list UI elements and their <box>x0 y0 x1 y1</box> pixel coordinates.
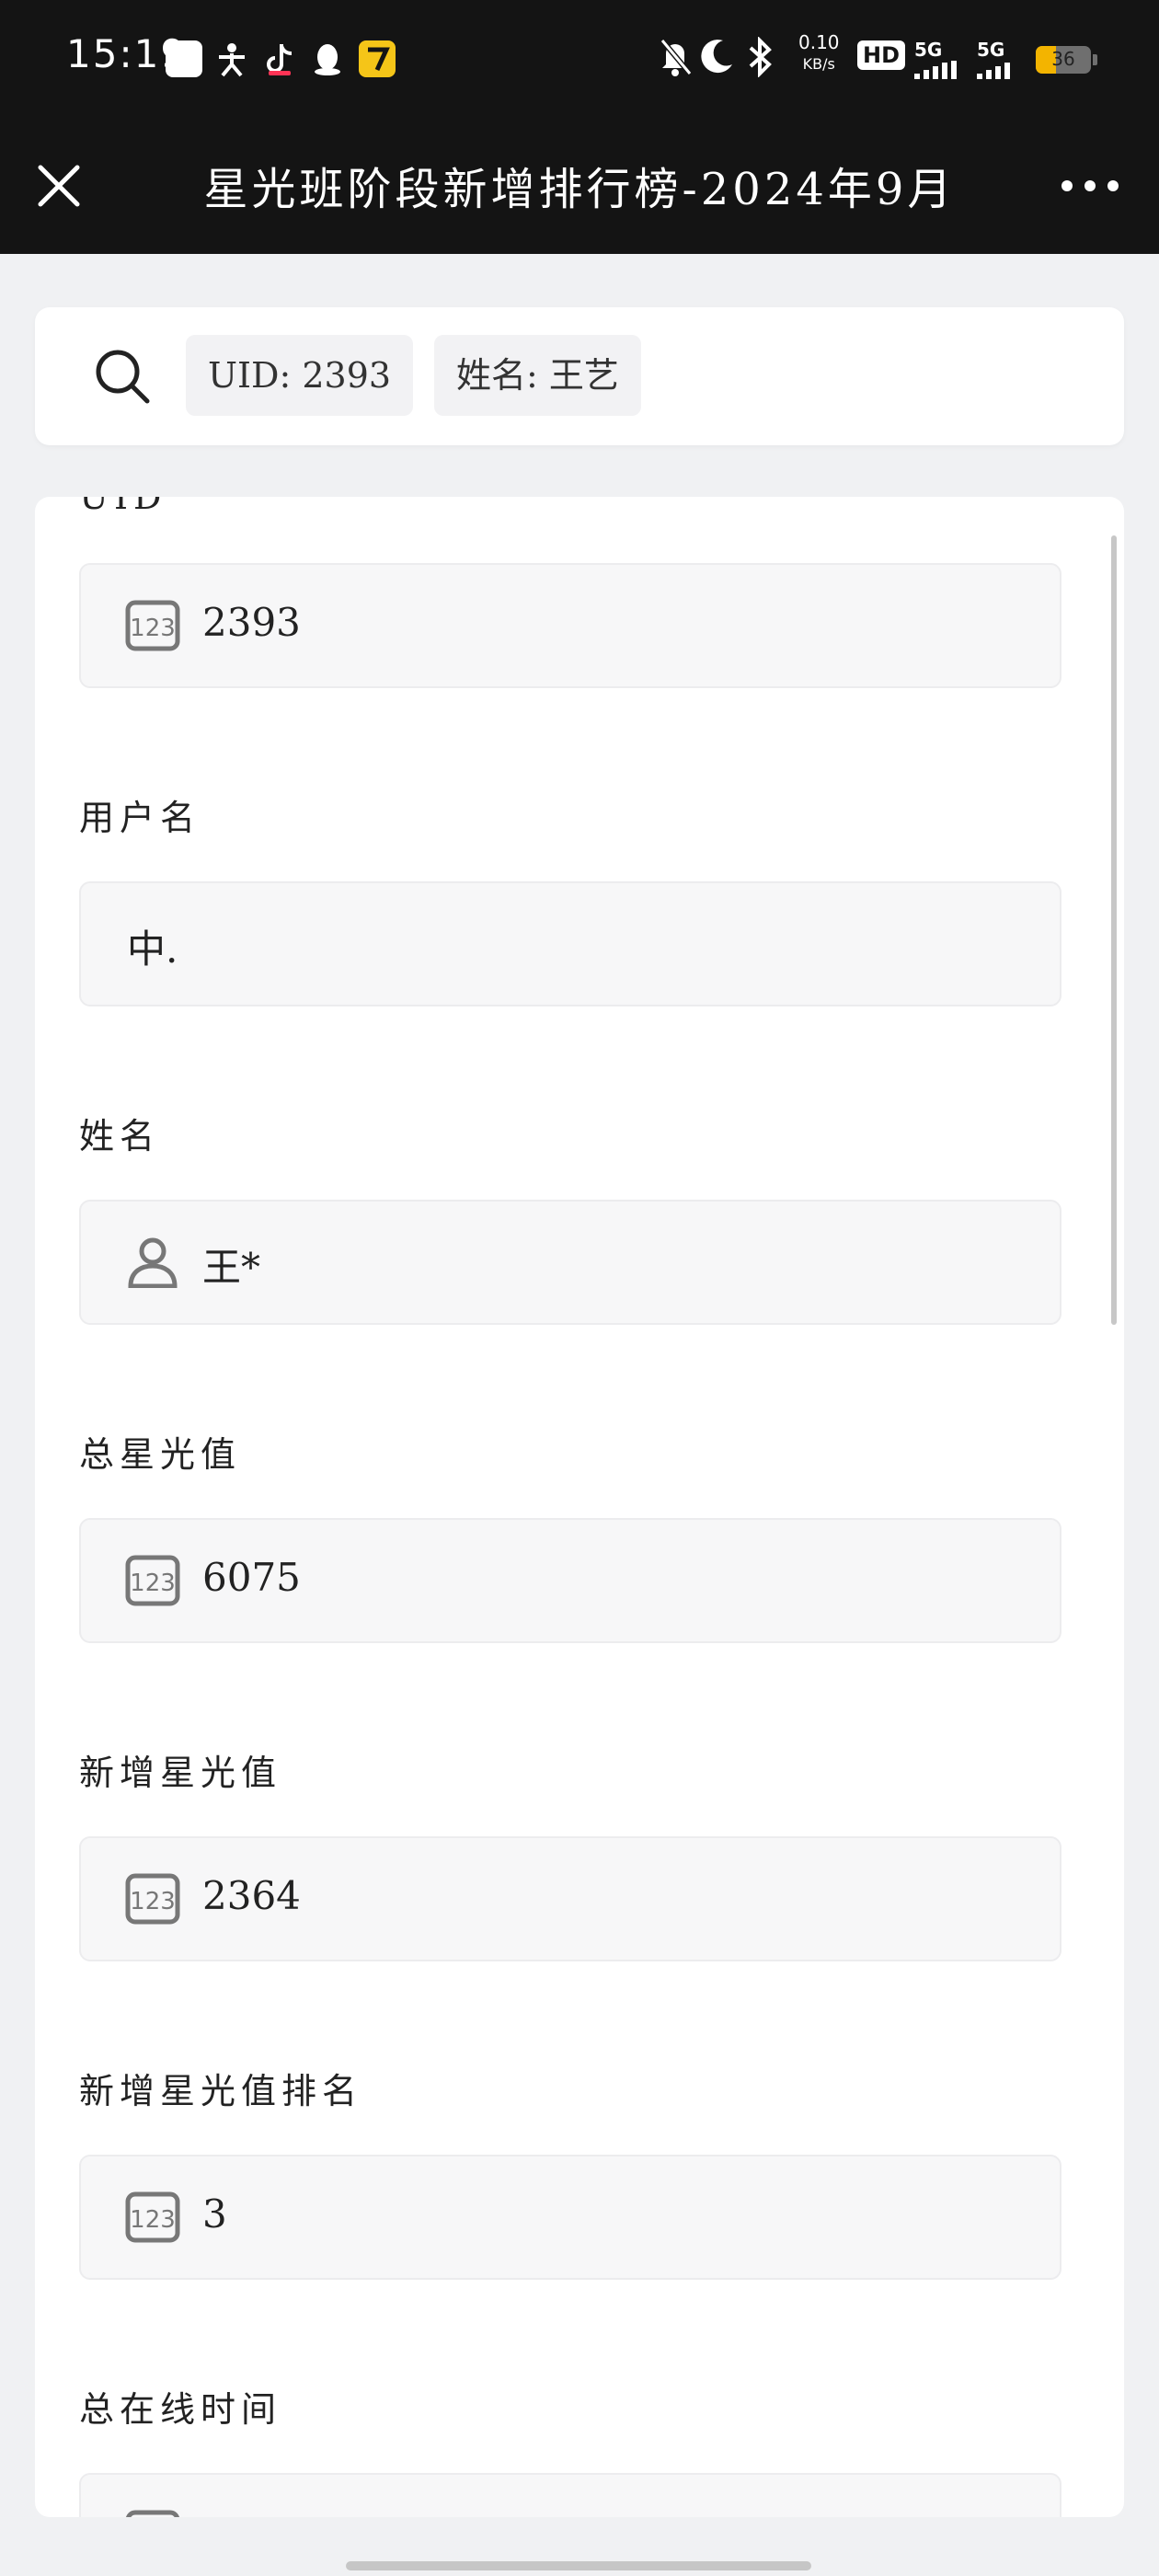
more-icon <box>1061 180 1119 191</box>
search-button[interactable] <box>92 346 153 407</box>
number-icon: 123 <box>125 2191 180 2243</box>
field-total-online-time[interactable]: 123 <box>79 2473 1061 2517</box>
field-value: 2364 <box>202 1873 301 1918</box>
field-new-starlight[interactable]: 123 2364 <box>79 1836 1061 1961</box>
field-new-starlight-rank[interactable]: 123 3 <box>79 2155 1061 2280</box>
page-title: 星光班阶段新增排行榜-2024年9月 <box>203 164 956 215</box>
field-label-total-online-time: 总在线时间 <box>79 2389 282 2430</box>
field-value: 王* <box>202 1245 261 1290</box>
mute-icon <box>659 37 693 81</box>
field-label-new-starlight-rank: 新增星光值排名 <box>79 2071 363 2111</box>
app-header: 星光班阶段新增排行榜-2024年9月 <box>0 120 1159 254</box>
number-icon: 123 <box>125 600 180 651</box>
signal-label: 5G <box>977 39 1005 61</box>
search-icon <box>96 350 150 404</box>
app-notification-icon <box>213 40 250 77</box>
field-label-name: 姓名 <box>79 1116 161 1156</box>
app-notification-icon <box>166 40 202 77</box>
svg-text:123: 123 <box>130 615 176 642</box>
field-label-uid-partial: UID <box>79 497 167 517</box>
field-username[interactable]: 中. <box>79 881 1061 1006</box>
hd-voice-icon: HD <box>857 40 906 70</box>
number-icon: 123 <box>125 2510 180 2517</box>
signal-icon: 5G <box>977 39 1027 83</box>
close-button[interactable] <box>31 158 86 213</box>
detail-card: UID 123 2393 用户名 中. 姓名 王* 总星光值 123 6075 … <box>35 497 1124 2517</box>
search-bar: UID: 2393 姓名: 王艺 <box>35 307 1124 445</box>
network-speed-value: 0.10 <box>798 31 840 53</box>
field-label-username: 用户名 <box>79 798 201 838</box>
person-icon <box>128 1237 178 1288</box>
app-notification-icon <box>359 40 396 77</box>
battery-icon: 36 <box>1036 46 1097 74</box>
field-name[interactable]: 王* <box>79 1200 1061 1325</box>
number-icon: 123 <box>125 1873 180 1925</box>
field-value: 中. <box>127 926 178 972</box>
field-total-starlight[interactable]: 123 6075 <box>79 1518 1061 1643</box>
field-value: 2393 <box>202 600 301 645</box>
filter-chip-uid[interactable]: UID: 2393 <box>186 335 414 416</box>
battery-level: 36 <box>1051 48 1075 70</box>
network-speed: 0.10 KB/s <box>798 31 840 75</box>
svg-text:123: 123 <box>130 1888 176 1915</box>
tiktok-icon <box>261 40 298 77</box>
more-options-button[interactable] <box>1058 173 1122 199</box>
network-speed-unit: KB/s <box>802 55 835 73</box>
home-indicator[interactable] <box>346 2561 811 2570</box>
filter-chip-name[interactable]: 姓名: 王艺 <box>434 335 641 416</box>
signal-label: 5G <box>914 39 943 61</box>
scrollbar[interactable] <box>1111 535 1117 1325</box>
field-label-new-starlight: 新增星光值 <box>79 1753 282 1793</box>
hd-label: HD <box>857 40 906 70</box>
signal-icon: 5G <box>914 39 964 83</box>
field-label-total-starlight: 总星光值 <box>79 1434 242 1475</box>
svg-text:123: 123 <box>130 1570 176 1597</box>
bluetooth-icon <box>743 36 780 81</box>
qq-icon <box>309 40 346 77</box>
field-uid[interactable]: 123 2393 <box>79 563 1061 688</box>
number-icon: 123 <box>125 1555 180 1606</box>
field-value: 3 <box>202 2191 227 2237</box>
do-not-disturb-icon <box>699 37 736 81</box>
status-bar: 15:19 0.10 KB/s HD 5G 5G 36 <box>0 0 1159 120</box>
svg-text:123: 123 <box>130 2206 176 2234</box>
field-value: 6075 <box>202 1555 301 1600</box>
close-icon <box>38 165 80 207</box>
